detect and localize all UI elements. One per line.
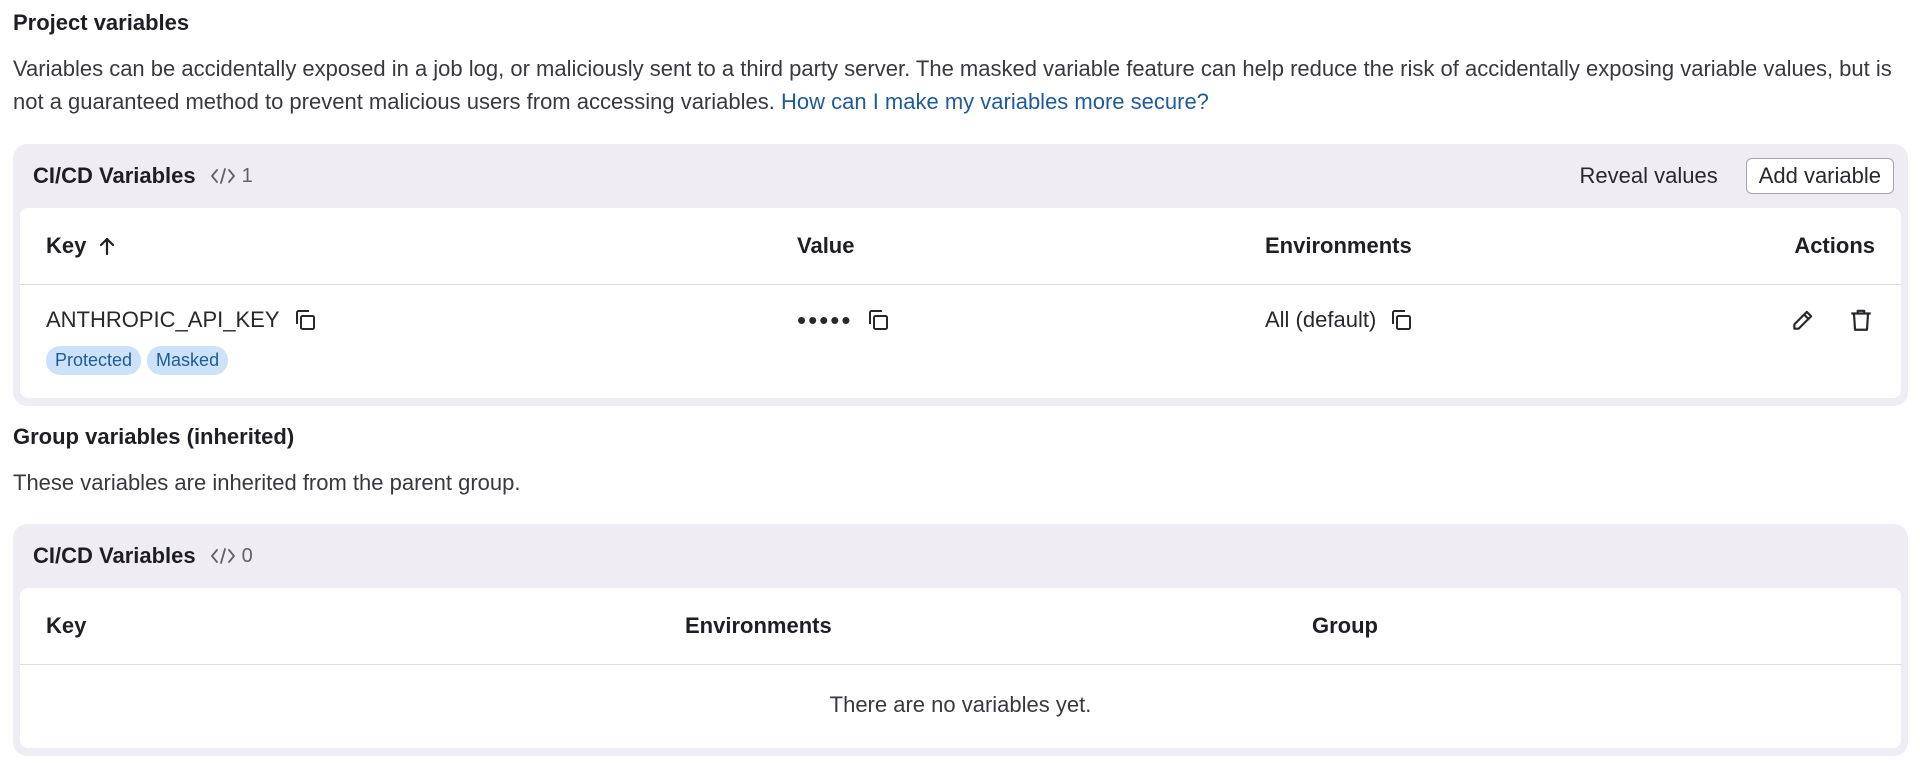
copy-value-button[interactable] [865,307,891,333]
variable-key-cell: ANTHROPIC_API_KEY [46,304,318,336]
variable-count: 1 [210,165,253,188]
copy-icon [295,310,315,330]
group-variables-card: CI/CD Variables 0 Key Environments Group… [13,524,1908,756]
arrow-up-icon [100,237,115,256]
reveal-values-button[interactable]: Reveal values [1580,163,1718,189]
variable-environment-cell: All (default) [1265,304,1414,336]
code-icon [210,168,235,184]
project-variables-card: CI/CD Variables 1 Reveal values Add vari… [13,144,1908,406]
variable-environment: All (default) [1265,307,1377,332]
group-variable-count-value: 0 [241,544,253,567]
project-variables-table: Key Value Environments Actions ANTHROPIC… [20,208,1901,398]
variable-key: ANTHROPIC_API_KEY [46,307,280,332]
header-divider [20,284,1901,285]
group-variables-description: These variables are inherited from the p… [13,470,521,495]
copy-key-button[interactable] [292,307,318,333]
edit-variable-button[interactable] [1787,304,1819,336]
variable-value-cell: ••••• [797,304,891,336]
column-header-actions: Actions [1794,233,1875,258]
code-icon [210,548,235,564]
column-header-key-label: Key [46,233,87,258]
group-variable-count: 0 [210,545,253,568]
variable-badges: Protected Masked [46,344,234,376]
project-variables-title: Project variables [13,10,190,35]
copy-environment-button[interactable] [1388,307,1414,333]
column-header-key[interactable]: Key [46,208,116,284]
group-column-header-group: Group [1312,613,1378,638]
masked-value: ••••• [797,304,853,335]
card-header: CI/CD Variables 1 Reveal values Add vari… [13,144,1908,208]
column-header-value: Value [797,233,855,258]
masked-badge: Masked [147,345,229,375]
variable-count-value: 1 [241,164,253,187]
delete-variable-button[interactable] [1845,304,1877,336]
empty-state-message: There are no variables yet. [829,692,1092,717]
add-variable-button[interactable]: Add variable [1745,158,1894,194]
group-header-divider [20,664,1901,665]
secure-variables-help-link[interactable]: How can I make my variables more secure? [781,89,1209,114]
group-card-header: CI/CD Variables 0 [13,524,1908,588]
group-column-header-key: Key [46,613,87,638]
group-variables-table: Key Environments Group There are no vari… [20,588,1901,748]
card-title: CI/CD Variables [33,163,196,188]
protected-badge: Protected [46,345,142,375]
group-card-title: CI/CD Variables [33,543,196,568]
trash-icon [1851,309,1871,331]
group-variables-title: Group variables (inherited) [13,424,295,449]
copy-icon [1392,310,1412,330]
variable-actions-cell [1787,304,1877,336]
group-column-header-environments: Environments [685,613,832,638]
copy-icon [868,310,888,330]
card-header-actions: Reveal values Add variable [1580,158,1894,194]
project-variables-description: Variables can be accidentally exposed in… [13,52,1903,118]
column-header-environments: Environments [1265,233,1412,258]
pencil-icon [1793,310,1813,330]
